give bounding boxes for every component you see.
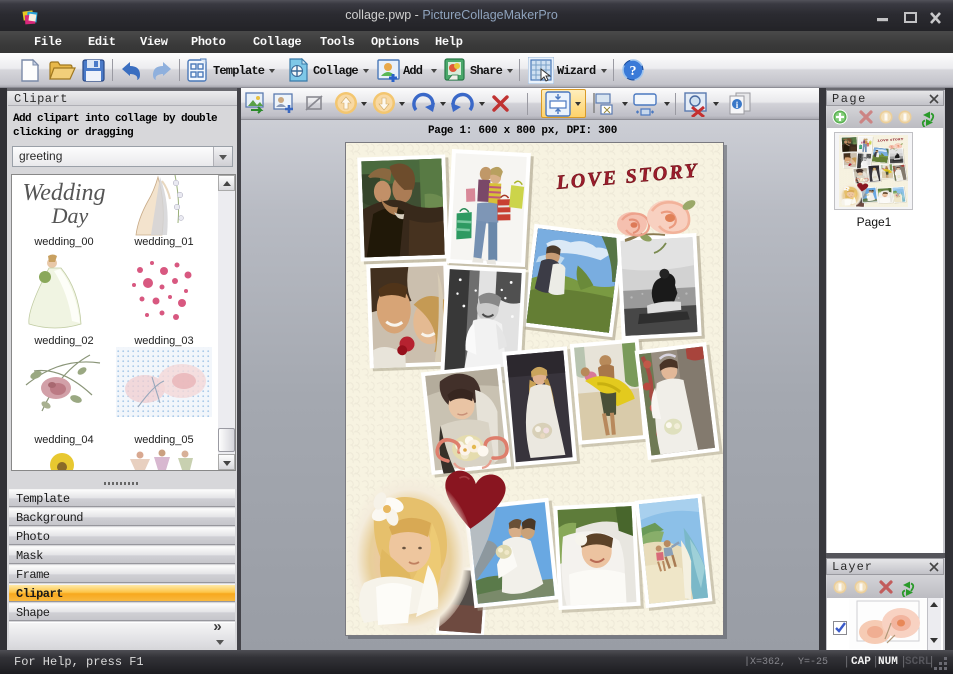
- svg-text:wedding_05: wedding_05: [133, 434, 193, 446]
- svg-text:wedding_00: wedding_00: [33, 236, 93, 248]
- svg-text:wedding_01: wedding_01: [133, 236, 193, 248]
- svg-text:?: ?: [630, 64, 637, 79]
- svg-text:wedding_04: wedding_04: [33, 434, 93, 446]
- svg-text:wedding_03: wedding_03: [133, 335, 193, 347]
- svg-text:Day: Day: [51, 203, 89, 228]
- svg-text:wedding_02: wedding_02: [33, 335, 93, 347]
